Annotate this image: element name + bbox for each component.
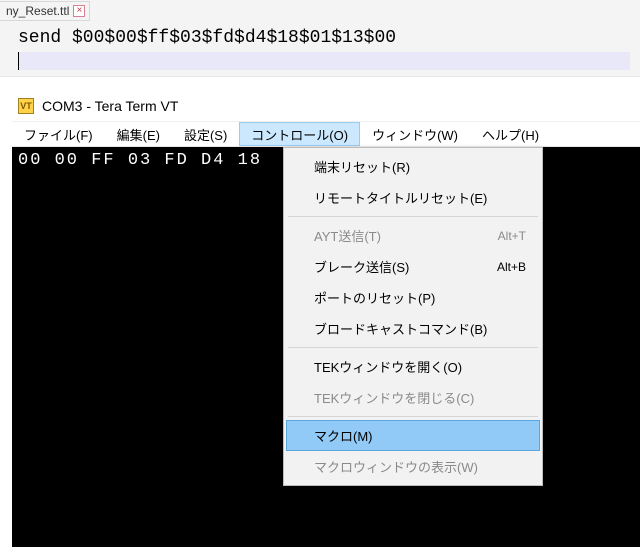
menu-item-label: マクロ(M) bbox=[314, 426, 373, 445]
teraterm-window: VT COM3 - Tera Term VT ファイル(F) 編集(E) 設定(… bbox=[12, 91, 640, 547]
menu-separator bbox=[288, 347, 538, 348]
menu-tek-close: TEKウィンドウを閉じる(C) bbox=[286, 382, 540, 413]
file-tab[interactable]: ny_Reset.ttl × bbox=[0, 1, 90, 21]
menu-macro-window: マクロウィンドウの表示(W) bbox=[286, 451, 540, 482]
editor-caret-line[interactable] bbox=[18, 52, 630, 70]
menu-separator bbox=[288, 416, 538, 417]
menu-edit[interactable]: 編集(E) bbox=[105, 122, 172, 146]
menu-ayt-send: AYT送信(T) Alt+T bbox=[286, 220, 540, 251]
menu-item-label: 端末リセット(R) bbox=[314, 157, 410, 176]
editor-code-line[interactable]: send $00$00$ff$03$fd$d4$18$01$13$00 bbox=[0, 22, 640, 48]
menu-macro[interactable]: マクロ(M) bbox=[286, 420, 540, 451]
menu-item-shortcut: Alt+B bbox=[497, 260, 526, 274]
menu-window[interactable]: ウィンドウ(W) bbox=[360, 122, 470, 146]
menu-broadcast[interactable]: ブロードキャストコマンド(B) bbox=[286, 313, 540, 344]
menu-item-shortcut: Alt+T bbox=[498, 229, 526, 243]
menu-item-label: TEKウィンドウを開く(O) bbox=[314, 357, 462, 376]
menubar: ファイル(F) 編集(E) 設定(S) コントロール(O) ウィンドウ(W) ヘ… bbox=[12, 121, 640, 147]
menu-tek-open[interactable]: TEKウィンドウを開く(O) bbox=[286, 351, 540, 382]
spacer bbox=[0, 77, 640, 91]
menu-item-label: ブレーク送信(S) bbox=[314, 257, 409, 276]
teraterm-icon: VT bbox=[18, 98, 34, 114]
menu-setup[interactable]: 設定(S) bbox=[172, 122, 239, 146]
menu-item-label: TEKウィンドウを閉じる(C) bbox=[314, 388, 474, 407]
menu-file[interactable]: ファイル(F) bbox=[12, 122, 105, 146]
menu-reset-remote-title[interactable]: リモートタイトルリセット(E) bbox=[286, 182, 540, 213]
titlebar[interactable]: VT COM3 - Tera Term VT bbox=[12, 91, 640, 121]
editor-area: ny_Reset.ttl × send $00$00$ff$03$fd$d4$1… bbox=[0, 0, 640, 77]
control-menu-dropdown: 端末リセット(R) リモートタイトルリセット(E) AYT送信(T) Alt+T… bbox=[283, 147, 543, 486]
menu-break-send[interactable]: ブレーク送信(S) Alt+B bbox=[286, 251, 540, 282]
file-tab-label: ny_Reset.ttl bbox=[6, 4, 69, 18]
menu-item-label: AYT送信(T) bbox=[314, 226, 381, 245]
menu-item-label: リモートタイトルリセット(E) bbox=[314, 188, 487, 207]
menu-item-label: マクロウィンドウの表示(W) bbox=[314, 457, 478, 476]
menu-reset-terminal[interactable]: 端末リセット(R) bbox=[286, 151, 540, 182]
close-icon[interactable]: × bbox=[73, 5, 85, 17]
menu-item-label: ブロードキャストコマンド(B) bbox=[314, 319, 487, 338]
terminal-line: 00 00 FF 03 FD D4 18 bbox=[18, 151, 262, 170]
menu-item-label: ポートのリセット(P) bbox=[314, 288, 435, 307]
menu-control[interactable]: コントロール(O) bbox=[239, 122, 360, 146]
window-title: COM3 - Tera Term VT bbox=[42, 98, 178, 114]
menu-help[interactable]: ヘルプ(H) bbox=[470, 122, 551, 146]
menu-separator bbox=[288, 216, 538, 217]
menu-reset-port[interactable]: ポートのリセット(P) bbox=[286, 282, 540, 313]
tab-row: ny_Reset.ttl × bbox=[0, 0, 640, 22]
